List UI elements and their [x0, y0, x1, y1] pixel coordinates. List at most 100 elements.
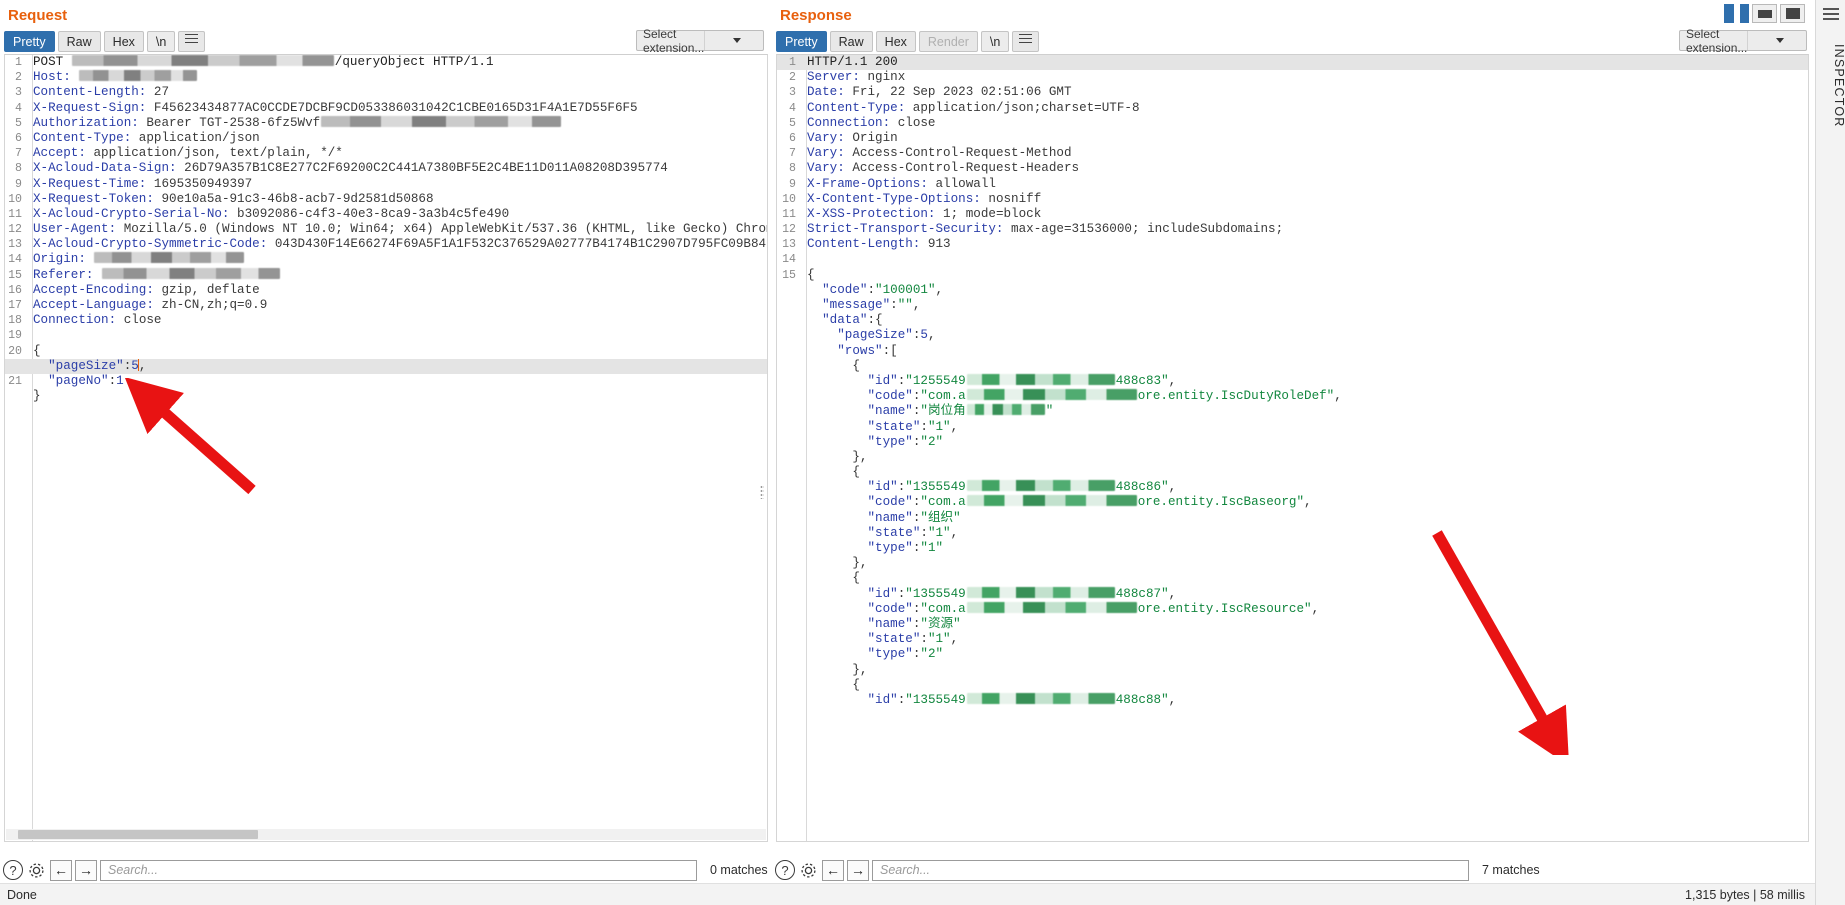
redacted-block [94, 252, 245, 264]
line-number: 11 [782, 207, 796, 221]
code-line: }, [777, 556, 1808, 571]
code-line: 10 X-Content-Type-Options: nosniff [777, 192, 1808, 207]
inspector-panel[interactable]: INSPECTOR [1815, 0, 1845, 905]
redacted-block [102, 267, 281, 279]
code-line: "rows":[ [777, 344, 1808, 359]
code-line: "pageSize":5, [777, 328, 1808, 343]
request-match-count: 0 matches [710, 863, 768, 877]
line-text: X-Frame-Options: allowall [807, 176, 996, 191]
line-number: 19 [8, 329, 22, 343]
code-line: 1 HTTP/1.1 200 [777, 55, 1808, 71]
search-next-button[interactable]: → [75, 859, 97, 881]
response-search-input[interactable]: Search... [872, 859, 1469, 881]
response-toolbar: Pretty Raw Hex Render \n Select extensio… [772, 27, 1815, 55]
response-menu-icon[interactable] [1012, 30, 1040, 52]
code-line: 6 Vary: Origin [777, 131, 1808, 146]
line-text: Date: Fri, 22 Sep 2023 02:51:06 GMT [807, 85, 1072, 100]
line-text: "name":"组织" [867, 510, 961, 525]
request-extension-select[interactable]: Select extension... [636, 27, 764, 55]
code-line: "state":"1", [777, 632, 1808, 647]
line-text: Vary: Access-Control-Request-Headers [807, 161, 1080, 176]
search-next-button[interactable]: → [847, 859, 869, 881]
request-tab-pretty[interactable]: Pretty [4, 30, 55, 52]
line-text: X-Content-Type-Options: nosniff [807, 191, 1042, 206]
line-text: }, [807, 449, 868, 464]
request-tab-newline[interactable]: \n [146, 30, 176, 52]
code-line: "data":{ [777, 313, 1808, 328]
response-extension-select[interactable]: Select extension... [1679, 27, 1807, 55]
line-text: { [807, 267, 815, 282]
line-text: "code":"com.a ore.entity.IscDutyRoleDef", [867, 389, 1342, 404]
request-menu-icon[interactable] [178, 30, 206, 52]
chevron-down-icon [1747, 31, 1806, 50]
code-line: "type":"2" [777, 647, 1808, 662]
gear-icon[interactable] [26, 860, 47, 881]
request-code: 1 POST /queryObject HTTP/1.1 2 Host: 3 Conte… [5, 55, 767, 404]
code-line: 2 Host: [5, 70, 767, 85]
line-text: "name":"岗位角 " [867, 404, 1054, 419]
line-text: X-Acloud-Data-Sign: 26D79A357B1C8E277C2F… [33, 161, 668, 176]
response-tab-raw[interactable]: Raw [829, 30, 873, 52]
line-number: 18 [8, 314, 22, 328]
line-text: "state":"1", [867, 419, 959, 434]
code-line: 5 Authorization: Bearer TGT-2538-6fz5Wvf [5, 115, 767, 131]
code-line: 11 X-XSS-Protection: 1; mode=block [777, 207, 1808, 222]
request-tab-raw[interactable]: Raw [57, 30, 101, 52]
code-line: "name":"组织" [777, 511, 1808, 526]
response-tab-render[interactable]: Render [918, 30, 978, 52]
code-line: 12 User-Agent: Mozilla/5.0 (Windows NT 10… [5, 222, 767, 237]
request-tab-hex[interactable]: Hex [103, 30, 144, 52]
response-title: Response [780, 7, 852, 24]
inspector-menu-icon[interactable] [1823, 8, 1839, 23]
redacted-block [966, 495, 1137, 507]
redacted-block [966, 480, 1115, 492]
line-number: 2 [789, 71, 796, 85]
response-editor[interactable]: 1 HTTP/1.1 200 2 Server: nginx 3 Date: Fri, 2… [776, 54, 1809, 842]
code-line: 14 Origin: [5, 252, 767, 267]
response-pane: Response Pretty Raw Hex Render \n Select… [772, 0, 1815, 870]
line-number: 3 [789, 86, 796, 100]
line-text: X-Request-Time: 1695350949397 [33, 176, 253, 191]
line-text: "pageNo":1 [48, 373, 124, 388]
code-line: "state":"1", [777, 420, 1808, 435]
request-inline-grip[interactable] [760, 485, 764, 499]
code-line: "pageSize":5, [5, 358, 767, 374]
line-text: Content-Type: application/json;charset=U… [807, 100, 1140, 115]
request-hscrollbar[interactable] [6, 829, 766, 840]
response-tab-newline[interactable]: \n [980, 30, 1010, 52]
chevron-down-icon [704, 31, 763, 50]
request-hscroll-thumb[interactable] [18, 830, 258, 839]
redacted-block [321, 115, 562, 127]
line-number: 5 [789, 116, 796, 130]
response-tab-hex[interactable]: Hex [875, 30, 916, 52]
line-number: 7 [15, 147, 22, 161]
question-icon[interactable]: ? [3, 860, 23, 880]
line-number: 14 [782, 253, 796, 267]
line-text: X-Acloud-Crypto-Serial-No: b3092086-c4f3… [33, 206, 510, 221]
line-text: { [807, 465, 860, 480]
code-line: 17 Accept-Language: zh-CN,zh;q=0.9 [5, 298, 767, 313]
line-text: "id":"1355549 488c88", [867, 692, 1177, 707]
line-number: 16 [8, 283, 22, 297]
line-number: 1 [789, 56, 796, 69]
search-prev-button[interactable]: ← [822, 859, 844, 881]
line-number: 8 [15, 162, 22, 176]
request-search-input[interactable]: Search... [100, 859, 697, 881]
code-line: "type":"2" [777, 435, 1808, 450]
redacted-block [966, 586, 1115, 598]
code-line: 12 Strict-Transport-Security: max-age=315… [777, 222, 1808, 237]
code-line: 1 POST /queryObject HTTP/1.1 [5, 55, 767, 70]
question-icon[interactable]: ? [775, 860, 795, 880]
line-number: 20 [8, 344, 22, 358]
code-line: 8 X-Acloud-Data-Sign: 26D79A357B1C8E277C2… [5, 161, 767, 176]
request-editor[interactable]: 1 POST /queryObject HTTP/1.1 2 Host: 3 Conte… [4, 54, 768, 842]
search-prev-button[interactable]: ← [50, 859, 72, 881]
line-number: 3 [15, 86, 22, 100]
gear-icon[interactable] [798, 860, 819, 881]
response-tab-pretty[interactable]: Pretty [776, 30, 827, 52]
line-number: 9 [789, 177, 796, 191]
line-number: 6 [789, 131, 796, 145]
request-title: Request [8, 7, 68, 24]
line-number: 5 [15, 116, 22, 130]
code-line: 8 Vary: Access-Control-Request-Headers [777, 161, 1808, 176]
